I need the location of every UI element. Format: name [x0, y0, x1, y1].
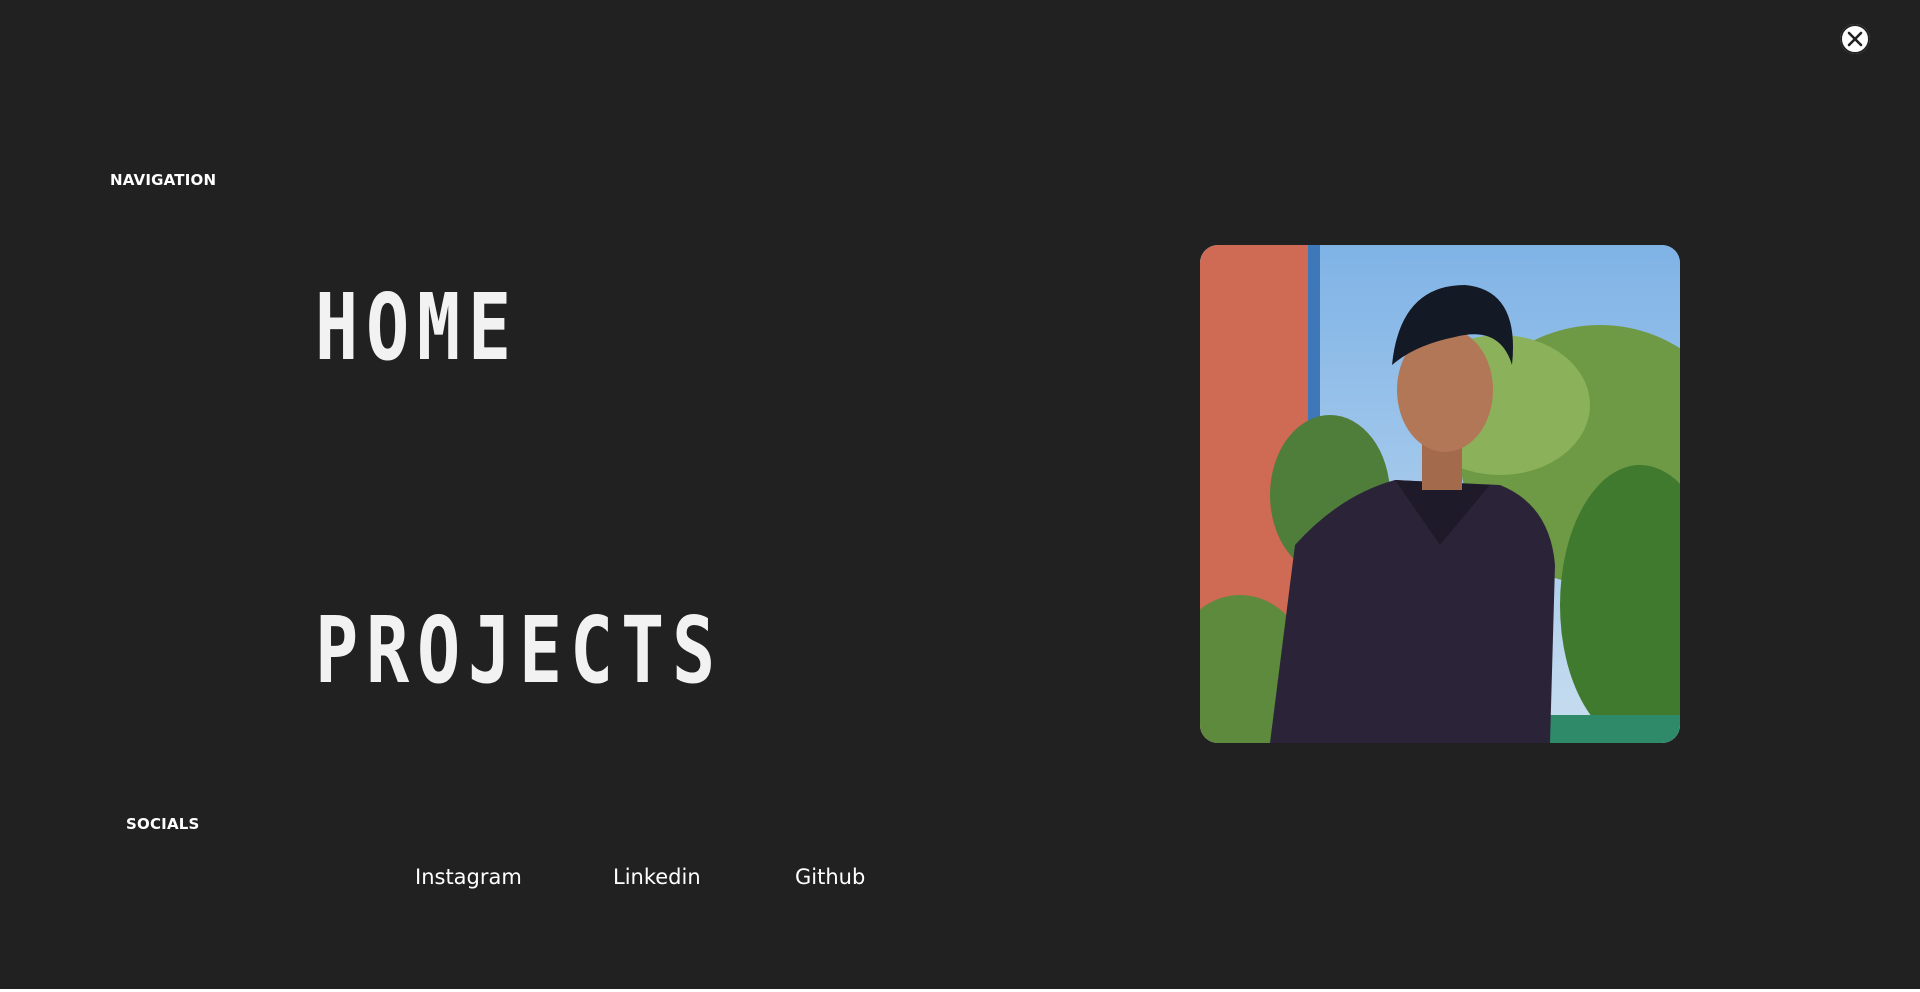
nav-link-home[interactable]: HOME — [315, 282, 519, 374]
navigation-menu-overlay: NAVIGATION HOME PROJECTS SOCIALS Instagr… — [0, 0, 1920, 992]
social-link-github[interactable]: Github — [795, 865, 865, 889]
socials-heading: SOCIALS — [126, 815, 200, 833]
social-link-instagram[interactable]: Instagram — [415, 865, 522, 889]
close-button[interactable] — [1840, 24, 1870, 54]
close-icon — [1840, 24, 1870, 54]
navigation-heading: NAVIGATION — [110, 171, 217, 189]
profile-photo — [1200, 245, 1680, 743]
social-link-linkedin[interactable]: Linkedin — [613, 865, 701, 889]
nav-link-projects[interactable]: PROJECTS — [315, 605, 723, 697]
